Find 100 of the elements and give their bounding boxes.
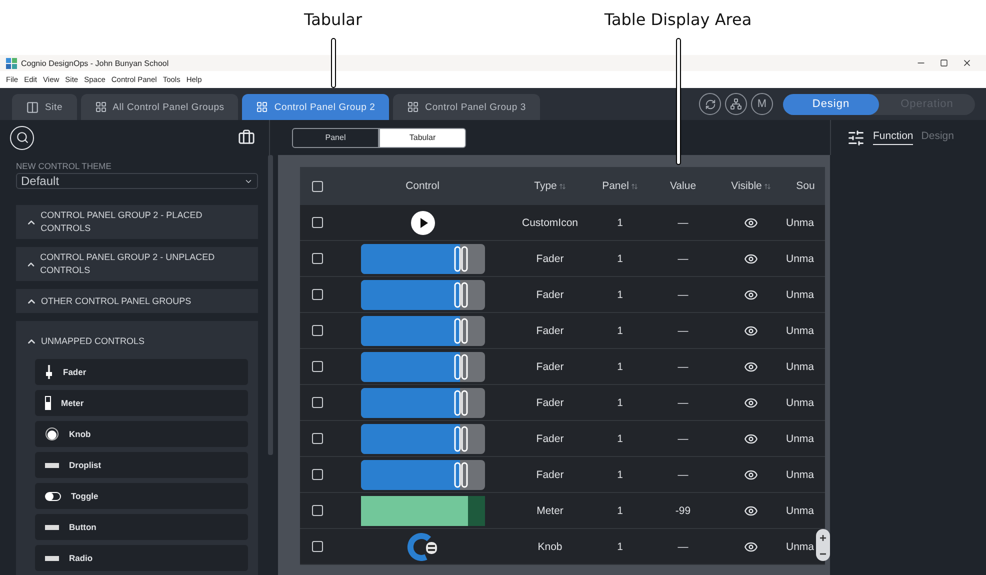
control-item[interactable]: Droplist <box>35 452 248 478</box>
table-cell: 1 <box>617 468 623 480</box>
fader-handle[interactable] <box>454 318 468 344</box>
row-checkbox[interactable] <box>312 397 323 408</box>
table-cell: Fader <box>536 432 564 444</box>
control-item[interactable]: Radio <box>35 545 248 571</box>
button-icon <box>45 462 59 468</box>
fader-track[interactable] <box>360 460 484 490</box>
column-header[interactable]: Control <box>406 180 440 192</box>
fader-track[interactable] <box>360 424 484 454</box>
fader-track[interactable] <box>360 280 484 310</box>
view-toggle[interactable]: Panel <box>292 128 379 148</box>
network-icon <box>730 98 742 110</box>
column-header[interactable]: Sou <box>796 180 815 192</box>
tab[interactable]: All Control Panel Groups <box>80 94 238 120</box>
table-cell: Knob <box>538 540 562 552</box>
fader-icon <box>45 365 53 379</box>
row-checkbox[interactable] <box>312 541 323 552</box>
sync-button[interactable] <box>699 93 721 115</box>
row-checkbox[interactable] <box>312 289 323 300</box>
column-header[interactable]: Value <box>670 180 696 192</box>
fader-handle[interactable] <box>454 426 468 452</box>
row-checkbox[interactable] <box>312 325 323 336</box>
column-header[interactable]: Panel <box>602 180 638 192</box>
eye-icon[interactable] <box>744 216 758 230</box>
row-checkbox[interactable] <box>312 217 323 228</box>
table-cell: Fader <box>536 468 564 480</box>
briefcase-icon[interactable] <box>238 129 255 146</box>
network-button[interactable] <box>725 93 747 115</box>
row-checkbox[interactable] <box>312 253 323 264</box>
table-cell: Unma <box>786 252 814 264</box>
sort-icon[interactable] <box>764 182 771 190</box>
table-cell: CustomIcon <box>522 216 578 228</box>
eye-icon[interactable] <box>744 468 758 482</box>
window-title: Cognio DesignOps - John Bunyan School <box>21 58 169 68</box>
mode-button[interactable]: Design <box>783 94 879 114</box>
fader-handle[interactable] <box>454 282 468 308</box>
table-cell: Unma <box>786 396 814 408</box>
row-checkbox[interactable] <box>312 469 323 480</box>
eye-icon[interactable] <box>744 288 758 302</box>
view-toggle[interactable]: Tabular <box>379 128 466 148</box>
theme-dropdown[interactable]: Default <box>16 173 258 189</box>
table-cell: — <box>678 396 688 408</box>
column-header[interactable]: Visible <box>731 180 771 192</box>
grid-icon <box>407 101 420 113</box>
eye-icon[interactable] <box>744 432 758 446</box>
dropdown-value: Default <box>21 174 60 188</box>
row-checkbox[interactable] <box>312 361 323 372</box>
close-icon[interactable] <box>962 58 972 68</box>
fader-track[interactable] <box>360 244 484 274</box>
callout-label: Tabular <box>304 10 362 29</box>
tab[interactable]: Site <box>12 94 77 120</box>
fader-handle[interactable] <box>454 390 468 416</box>
tab[interactable]: Control Panel Group 3 <box>393 94 540 120</box>
eye-icon[interactable] <box>744 540 758 554</box>
table-cell: 1 <box>617 216 623 228</box>
zoom-in-icon[interactable] <box>820 535 826 541</box>
eye-icon[interactable] <box>744 252 758 266</box>
eye-icon[interactable] <box>744 360 758 374</box>
table-cell: 1 <box>617 360 623 372</box>
profile-button[interactable]: M <box>751 93 773 115</box>
panel-tab[interactable]: Function <box>873 130 914 145</box>
zoom-control[interactable] <box>816 529 830 561</box>
knob-icon <box>45 427 59 441</box>
fader-handle[interactable] <box>454 246 468 272</box>
table-cell: — <box>678 288 688 300</box>
maximize-icon[interactable] <box>940 59 948 67</box>
sliders-icon[interactable] <box>847 128 865 146</box>
column-header[interactable]: Type <box>534 180 566 192</box>
eye-icon[interactable] <box>744 396 758 410</box>
fader-track[interactable] <box>360 316 484 346</box>
table-cell: — <box>678 360 688 372</box>
row-checkbox[interactable] <box>312 433 323 444</box>
table-cell: Fader <box>536 396 564 408</box>
control-item[interactable]: Toggle <box>35 483 248 509</box>
eye-icon[interactable] <box>744 324 758 338</box>
fader-track[interactable] <box>360 352 484 382</box>
table-cell: Unma <box>786 540 814 552</box>
eye-icon[interactable] <box>744 504 758 518</box>
fader-handle[interactable] <box>454 354 468 380</box>
control-item[interactable]: Knob <box>35 421 248 447</box>
row-checkbox[interactable] <box>312 505 323 516</box>
control-item[interactable]: Fader <box>35 359 248 385</box>
fader-handle[interactable] <box>454 462 468 488</box>
table-cell: — <box>678 432 688 444</box>
fader-track[interactable] <box>360 388 484 418</box>
control-item[interactable]: Meter <box>35 390 248 416</box>
tab[interactable]: Control Panel Group 2 <box>242 94 390 120</box>
control-item[interactable]: Button <box>35 514 248 540</box>
sort-icon[interactable] <box>558 182 566 190</box>
knob-drawing <box>406 532 440 560</box>
sort-icon[interactable] <box>630 182 638 190</box>
table-cell: Unma <box>786 324 814 336</box>
search-button[interactable] <box>10 126 34 150</box>
app-logo <box>6 58 17 68</box>
table-cell: Unma <box>786 360 814 372</box>
table-cell: Unma <box>786 504 814 516</box>
select-all-checkbox[interactable] <box>312 180 323 192</box>
table-cell: 1 <box>617 396 623 408</box>
table-cell: Unma <box>786 288 814 300</box>
